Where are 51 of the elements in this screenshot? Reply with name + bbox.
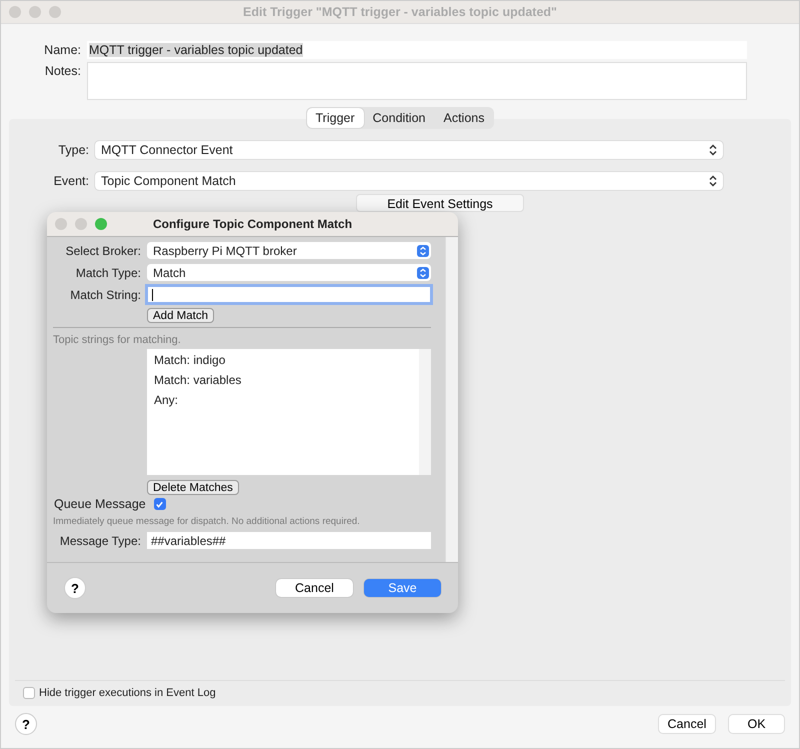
match-type-dropdown[interactable]: Match — [147, 264, 431, 281]
field-label: Name: — [43, 42, 82, 59]
event-dropdown[interactable]: Topic Component Match — [95, 172, 723, 190]
save-button[interactable]: Save — [364, 579, 441, 597]
chevron-icon — [417, 244, 429, 256]
help-button[interactable]: ? — [64, 577, 86, 599]
scrollbar-track[interactable] — [445, 237, 458, 562]
cancel-button[interactable]: Cancel — [658, 714, 716, 734]
checkbox[interactable] — [154, 498, 166, 510]
zoom-button[interactable] — [49, 6, 61, 18]
checkbox-label: Queue Message — [54, 497, 146, 511]
type-dropdown[interactable]: MQTT Connector Event — [95, 141, 723, 159]
field-label: Notes: — [44, 63, 82, 80]
tab[interactable]: Actions — [434, 108, 494, 128]
chevron-icon — [417, 266, 429, 278]
broker-dropdown[interactable]: Raspberry Pi MQTT broker — [147, 242, 431, 259]
help-button[interactable]: ? — [15, 713, 37, 735]
checkbox[interactable] — [23, 687, 35, 699]
field-label: Message Type: — [58, 534, 142, 548]
checkbox-label: Hide trigger executions in Event Log — [39, 687, 216, 699]
field-label: Type: — [57, 143, 90, 157]
window-title: Edit Trigger "MQTT trigger - variables topic updated" — [243, 5, 557, 19]
ok-button[interactable]: OK — [728, 714, 785, 734]
close-button[interactable] — [55, 218, 67, 230]
delete-matches-button[interactable]: Delete Matches — [147, 480, 239, 495]
field-label: Match String: — [69, 288, 142, 302]
hint-text: Topic strings for matching. — [53, 334, 182, 346]
field-label: Select Broker: — [64, 244, 142, 258]
chevron-icon — [709, 144, 717, 156]
list-item[interactable]: Match: variables — [154, 370, 419, 390]
close-button[interactable] — [9, 6, 21, 18]
tab[interactable]: Condition — [364, 108, 434, 128]
hint-text: Immediately queue message for dispatch. No additional actions required. — [53, 516, 361, 527]
message-type-field[interactable]: ##variables## — [147, 532, 431, 549]
minimize-button[interactable] — [29, 6, 41, 18]
notes-field[interactable] — [87, 62, 747, 100]
minimize-button[interactable] — [75, 218, 87, 230]
add-match-button[interactable]: Add Match — [147, 308, 214, 323]
field-label: Event: — [52, 174, 90, 188]
zoom-button[interactable] — [95, 218, 107, 230]
field-label: Match Type: — [74, 266, 142, 280]
list-item[interactable]: Match: indigo — [154, 350, 419, 370]
match-list[interactable]: Match: indigo Match: variables Any: — [147, 349, 431, 475]
chevron-icon — [709, 175, 717, 187]
match-string-field[interactable] — [147, 286, 431, 303]
list-item[interactable]: Any: — [154, 390, 419, 410]
name-field[interactable]: MQTT trigger - variables topic updated — [87, 41, 747, 59]
cancel-button[interactable]: Cancel — [276, 579, 353, 597]
dialog-title: Configure Topic Component Match — [152, 217, 352, 231]
tab[interactable]: Trigger — [306, 108, 364, 128]
edit-event-settings-button[interactable]: Edit Event Settings — [356, 194, 524, 212]
